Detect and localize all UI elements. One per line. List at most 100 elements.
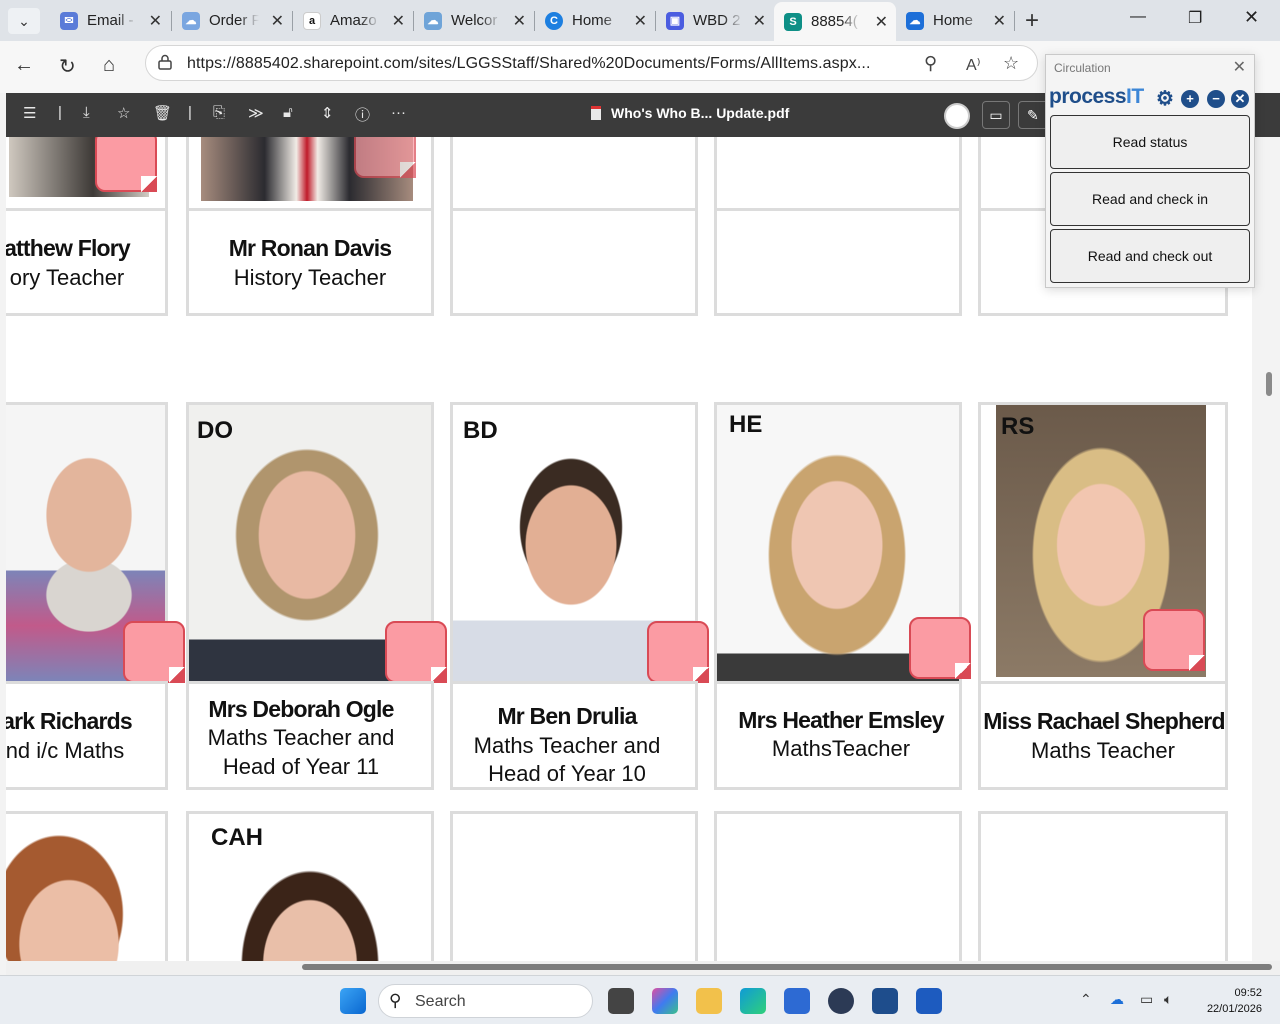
fit-page-icon[interactable]: ⇕	[321, 104, 334, 122]
staff-photo-card: CAH	[186, 811, 434, 961]
tab-home-onedrive[interactable]: ☁ Home ✕	[896, 4, 1014, 37]
more-options-icon[interactable]: ···	[391, 104, 406, 121]
m365-icon[interactable]	[652, 988, 678, 1014]
start-windows-icon[interactable]	[340, 988, 366, 1014]
close-window-button[interactable]: ✕	[1244, 7, 1259, 28]
taskbar-search[interactable]: ⚲ Search	[378, 984, 593, 1018]
close-tab-icon[interactable]: ✕	[875, 12, 888, 32]
scroll-thumb[interactable]	[302, 964, 1272, 970]
back-button[interactable]: ←	[14, 54, 34, 77]
info-icon[interactable]: ⓘ	[355, 104, 370, 125]
close-tab-icon[interactable]: ✕	[513, 11, 526, 31]
tab-sharepoint-active[interactable]: S 88854( ✕	[774, 2, 896, 41]
edge-icon[interactable]	[740, 988, 766, 1014]
contents-icon[interactable]: ☰	[23, 104, 36, 122]
refresh-button[interactable]: ↻	[59, 54, 76, 79]
sticky-note-icon[interactable]	[647, 621, 709, 683]
word-icon[interactable]	[916, 988, 942, 1014]
tab-amazon[interactable]: a Amazo ✕	[293, 4, 413, 37]
tab-home-canva[interactable]: C Home ✕	[535, 4, 655, 37]
sticky-note-icon[interactable]	[385, 621, 447, 683]
pdf-document-title: Who's Who B... Update.pdf	[591, 105, 789, 121]
pencil-icon: ✎	[1027, 107, 1039, 123]
close-tab-icon[interactable]: ✕	[634, 11, 647, 31]
staff-photo-card	[6, 811, 168, 961]
tab-wbd[interactable]: ▣ WBD 2 ✕	[656, 4, 774, 37]
more-tools-icon[interactable]: ≫	[248, 104, 264, 122]
arrow-left-icon: ←	[14, 54, 34, 76]
vertical-scrollbar[interactable]	[1252, 137, 1280, 961]
read-check-in-button[interactable]: Read and check in	[1050, 172, 1250, 226]
tab-welcome[interactable]: ☁ Welcor ✕	[414, 4, 534, 37]
restore-button[interactable]: ❐	[1188, 8, 1202, 28]
favorite-icon[interactable]: ☆	[117, 104, 130, 122]
sticky-note-icon[interactable]	[354, 137, 416, 178]
close-tab-icon[interactable]: ✕	[149, 11, 162, 31]
staff-name-card: Miss Rachael Shepherd Maths Teacher	[978, 681, 1228, 790]
sticky-note-icon[interactable]	[909, 617, 971, 679]
staff-name: Miss Rachael Shepherd	[983, 708, 1225, 734]
sticky-note-icon[interactable]	[95, 137, 157, 192]
store-icon[interactable]	[784, 988, 810, 1014]
zoom-icon[interactable]: ⚲	[924, 53, 937, 74]
task-view-icon[interactable]	[608, 988, 634, 1014]
staff-name: Mrs Deborah Ogle	[208, 696, 394, 722]
refresh-icon: ↻	[59, 56, 76, 78]
close-tab-icon[interactable]: ✕	[753, 11, 766, 31]
home-button[interactable]: ⌂	[103, 54, 115, 77]
lock-icon[interactable]: 🔓︎	[283, 104, 293, 121]
staff-role-line2: Head of Year 10	[488, 761, 646, 786]
scroll-thumb[interactable]	[1266, 372, 1272, 396]
close-circle-icon[interactable]: ✕	[1231, 90, 1249, 108]
taskbar: ⚲ Search ⌃ ☁ ▭ 🔈︎ 09:52 22/01/2026	[0, 975, 1280, 1024]
clock[interactable]: 09:52 22/01/2026	[1207, 985, 1262, 1017]
staff-photo-card: BD	[450, 402, 709, 684]
avatar[interactable]	[944, 103, 970, 129]
delete-icon[interactable]: 🗑	[153, 104, 172, 122]
favorite-star-icon[interactable]: ☆	[1003, 53, 1019, 74]
file-explorer-icon[interactable]	[696, 988, 722, 1014]
close-tab-icon[interactable]: ✕	[392, 11, 405, 31]
staff-role: nd i/c Maths	[6, 738, 125, 763]
staff-initials: DO	[197, 417, 233, 444]
read-check-out-button[interactable]: Read and check out	[1050, 229, 1250, 283]
minimize-button[interactable]: —	[1130, 8, 1146, 26]
gear-icon[interactable]: ⚙	[1156, 89, 1174, 109]
staff-role: Maths Teacher and	[473, 733, 661, 758]
staff-role-line2: Head of Year 11	[222, 754, 380, 779]
onedrive-icon[interactable]: ☁	[1110, 991, 1124, 1008]
new-tab-button[interactable]: +	[1025, 7, 1039, 35]
tab-bar: ⌄ ✉ Email - ✕ ☁ Order F ✕ a Amazo ✕ ☁ We…	[0, 0, 1280, 41]
close-tab-icon[interactable]: ✕	[993, 11, 1006, 31]
canva-favicon-icon: C	[545, 11, 563, 30]
empty-card	[978, 811, 1228, 961]
read-aloud-icon[interactable]: A⁾	[966, 55, 981, 75]
close-tab-icon[interactable]: ✕	[271, 11, 284, 31]
comment-button[interactable]: ▭	[982, 101, 1010, 129]
add-icon[interactable]: +	[1181, 90, 1199, 108]
horizontal-scrollbar[interactable]	[6, 961, 1280, 975]
minus-icon[interactable]: −	[1207, 90, 1225, 108]
download-icon[interactable]: ⤓	[83, 104, 90, 121]
close-icon[interactable]: ✕	[1233, 57, 1246, 77]
app-icon[interactable]	[872, 988, 898, 1014]
sticky-note-icon[interactable]	[123, 621, 185, 683]
app-icon[interactable]	[828, 988, 854, 1014]
empty-card	[450, 811, 698, 961]
tab-email[interactable]: ✉ Email - ✕	[50, 4, 170, 37]
tab-actions-menu-button[interactable]: ⌄	[8, 8, 40, 34]
comment-icon: ▭	[989, 107, 1003, 123]
empty-card	[714, 137, 962, 211]
url-field[interactable]: https://8885402.sharepoint.com/sites/LGG…	[145, 45, 1038, 81]
sticky-note-icon[interactable]	[1143, 609, 1205, 671]
staff-name-card: Mr Ben Drulia Maths Teacher and Head of …	[450, 681, 698, 790]
network-icon[interactable]: ▭	[1140, 991, 1153, 1008]
rotate-icon[interactable]: ⎘	[213, 104, 225, 121]
staff-initials: CAH	[211, 824, 263, 851]
read-status-button[interactable]: Read status	[1050, 115, 1250, 169]
chevron-up-icon[interactable]: ⌃	[1080, 991, 1092, 1008]
tab-order[interactable]: ☁ Order F ✕	[172, 4, 292, 37]
lock-icon	[158, 54, 172, 70]
volume-icon[interactable]: 🔈︎	[1164, 991, 1172, 1008]
chevron-down-icon: ⌄	[18, 12, 30, 29]
